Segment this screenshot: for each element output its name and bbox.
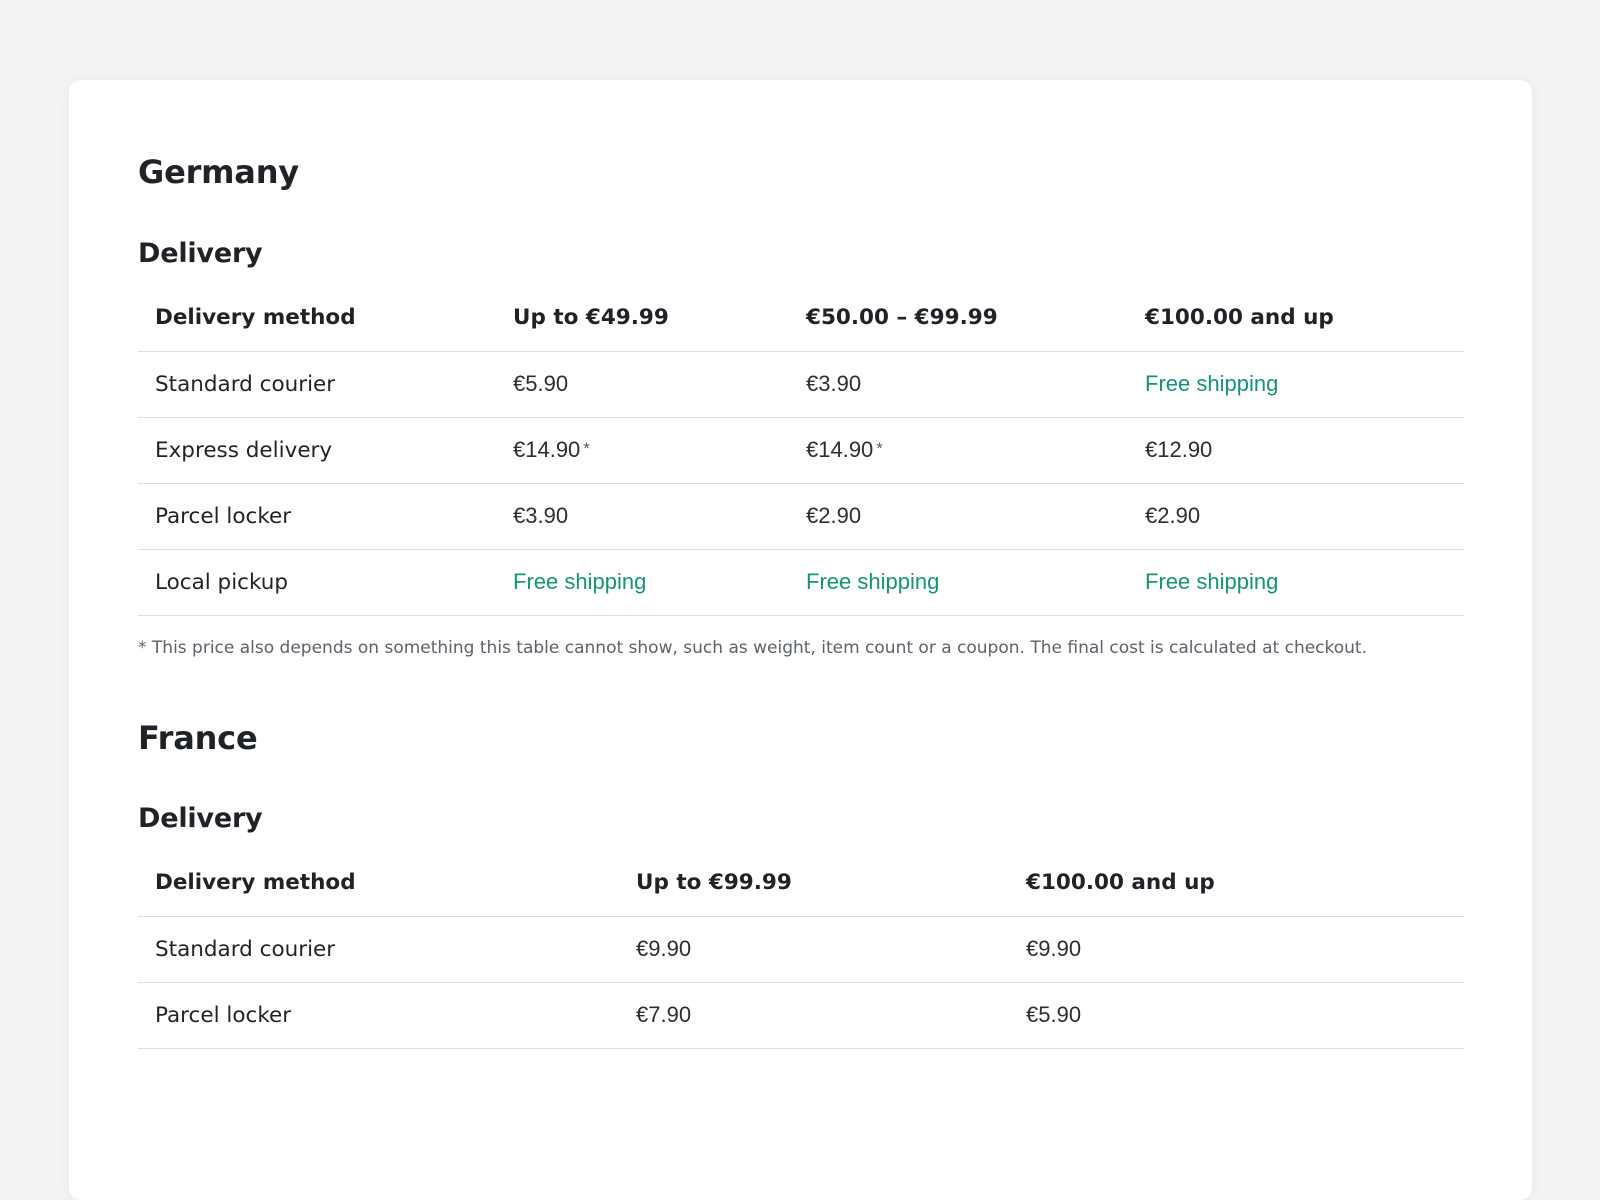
free-shipping-cell: Free shipping xyxy=(789,549,1128,616)
column-header-tier-2: €50.00 – €99.99 xyxy=(789,285,1128,352)
price-cell: €3.90 xyxy=(496,483,789,550)
column-header-method: Delivery method xyxy=(138,850,619,917)
price-value: €2.90 xyxy=(1145,503,1201,528)
price-cell: €2.90 xyxy=(1128,483,1464,550)
country-title-germany: Germany xyxy=(138,153,299,191)
price-value: €14.90 xyxy=(513,437,581,462)
price-value: €3.90 xyxy=(513,503,569,528)
free-shipping-cell: Free shipping xyxy=(1128,351,1464,418)
table-body-germany: Standard courier €5.90 €3.90 Free shipping E… xyxy=(138,351,1464,616)
delivery-method-cell: Parcel locker xyxy=(138,982,619,1049)
price-cell: €14.90 * xyxy=(496,417,789,484)
price-cell: €2.90 xyxy=(789,483,1128,550)
price-value: €9.90 xyxy=(1026,936,1082,961)
free-shipping-cell: Free shipping xyxy=(1128,549,1464,616)
footnote-asterisk: * xyxy=(876,439,883,458)
free-shipping-label: Free shipping xyxy=(806,569,940,594)
price-cell: €9.90 xyxy=(619,916,1009,983)
price-value: €5.90 xyxy=(513,371,569,396)
column-header-tier-3: €100.00 and up xyxy=(1128,285,1464,352)
table-row: Parcel locker €3.90 €2.90 €2.90 xyxy=(138,483,1464,550)
table-row: Standard courier €5.90 €3.90 Free shipping xyxy=(138,351,1464,418)
delivery-method-cell: Standard courier xyxy=(138,351,496,418)
column-header-tier-1: Up to €49.99 xyxy=(496,285,789,352)
price-value: €7.90 xyxy=(636,1002,692,1027)
delivery-method-cell: Parcel locker xyxy=(138,483,496,550)
price-value: €14.90 xyxy=(806,437,874,462)
price-value: €9.90 xyxy=(636,936,692,961)
price-cell: €7.90 xyxy=(619,982,1009,1049)
footnote-asterisk: * xyxy=(583,439,590,458)
table-body-france: Standard courier €9.90 €9.90 Parcel locker €… xyxy=(138,916,1464,1049)
table-row: Express delivery €14.90 * €14.90 * €12.90 xyxy=(138,417,1464,484)
price-cell: €3.90 xyxy=(789,351,1128,418)
price-cell: €14.90 * xyxy=(789,417,1128,484)
free-shipping-label: Free shipping xyxy=(513,569,647,594)
table-header-row: Delivery method Up to €99.99 €100.00 and… xyxy=(138,850,1464,917)
price-cell: €5.90 xyxy=(496,351,789,418)
free-shipping-cell: Free shipping xyxy=(496,549,789,616)
shipping-rates-card: Germany Delivery Delivery method Up to €… xyxy=(69,80,1532,1200)
delivery-method-cell: Local pickup xyxy=(138,549,496,616)
free-shipping-label: Free shipping xyxy=(1145,371,1279,396)
price-value: €3.90 xyxy=(806,371,862,396)
price-cell: €12.90 xyxy=(1128,417,1464,484)
country-title-france: France xyxy=(138,719,258,757)
table-row: Standard courier €9.90 €9.90 xyxy=(138,916,1464,983)
table-header-row: Delivery method Up to €49.99 €50.00 – €9… xyxy=(138,285,1464,352)
footnote-germany: * This price also depends on something t… xyxy=(138,638,1368,658)
column-header-tier-1: Up to €99.99 xyxy=(619,850,1009,917)
delivery-method-cell: Express delivery xyxy=(138,417,496,484)
delivery-table-france: Delivery method Up to €99.99 €100.00 and… xyxy=(138,850,1464,1049)
price-value: €5.90 xyxy=(1026,1002,1082,1027)
delivery-heading-france: Delivery xyxy=(138,803,263,834)
column-header-tier-2: €100.00 and up xyxy=(1009,850,1464,917)
price-cell: €5.90 xyxy=(1009,982,1464,1049)
delivery-table-germany: Delivery method Up to €49.99 €50.00 – €9… xyxy=(138,285,1464,616)
table-row: Parcel locker €7.90 €5.90 xyxy=(138,982,1464,1049)
price-value: €2.90 xyxy=(806,503,862,528)
column-header-method: Delivery method xyxy=(138,285,496,352)
delivery-heading-germany: Delivery xyxy=(138,238,263,269)
price-value: €12.90 xyxy=(1145,437,1213,462)
price-cell: €9.90 xyxy=(1009,916,1464,983)
table-row: Local pickup Free shipping Free shipping Fr… xyxy=(138,549,1464,616)
delivery-method-cell: Standard courier xyxy=(138,916,619,983)
free-shipping-label: Free shipping xyxy=(1145,569,1279,594)
